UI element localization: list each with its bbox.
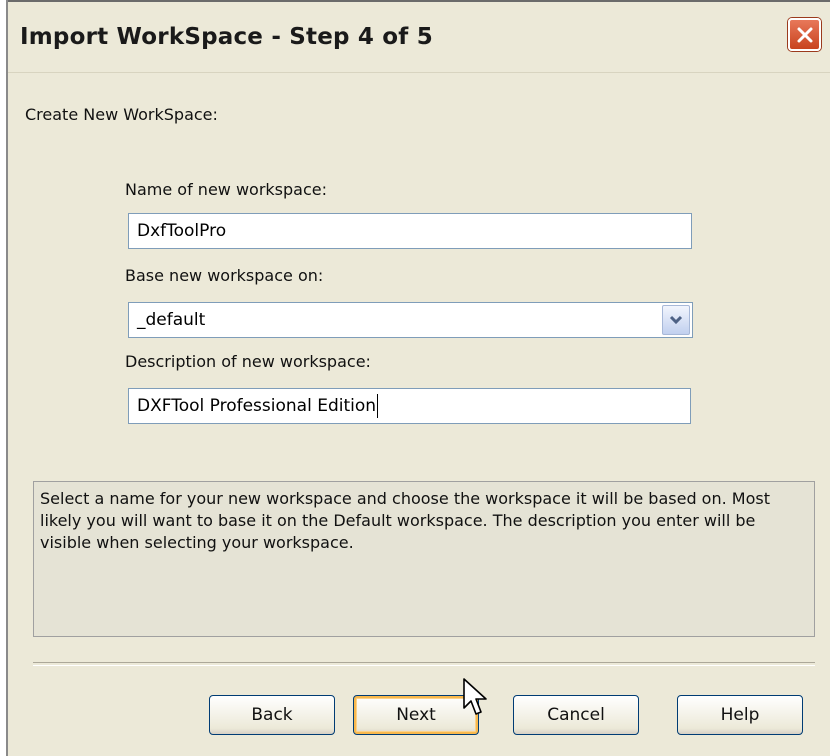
cancel-button-label: Cancel [547, 705, 605, 725]
chevron-down-icon [669, 315, 683, 325]
workspace-name-value: DxfToolPro [137, 221, 227, 241]
background-window-edge [0, 0, 8, 756]
description-input[interactable]: DXFTool Professional Edition [128, 388, 691, 424]
dropdown-button[interactable] [662, 305, 690, 335]
next-button-label: Next [396, 705, 436, 725]
description-value: DXFTool Professional Edition [137, 396, 377, 416]
mouse-pointer-icon [463, 678, 487, 715]
close-icon [797, 27, 812, 42]
name-label: Name of new workspace: [125, 180, 327, 199]
back-button[interactable]: Back [209, 695, 335, 735]
cancel-button[interactable]: Cancel [513, 695, 639, 735]
back-button-label: Back [251, 705, 293, 725]
workspace-name-input[interactable]: DxfToolPro [128, 213, 692, 249]
help-text: Select a name for your new workspace and… [40, 489, 770, 552]
import-workspace-dialog: Import WorkSpace - Step 4 of 5 Create Ne… [8, 2, 830, 756]
button-separator [33, 662, 815, 666]
base-label: Base new workspace on: [125, 266, 324, 285]
help-description-panel: Select a name for your new workspace and… [33, 481, 815, 637]
base-workspace-select[interactable]: _default [128, 302, 693, 338]
section-heading: Create New WorkSpace: [25, 105, 218, 124]
base-workspace-value: _default [137, 310, 206, 330]
title-bar[interactable]: Import WorkSpace - Step 4 of 5 [8, 2, 830, 73]
close-button[interactable] [788, 18, 821, 51]
dialog-title: Import WorkSpace - Step 4 of 5 [20, 24, 433, 50]
help-button-label: Help [720, 705, 760, 725]
description-label: Description of new workspace: [125, 352, 371, 371]
help-button[interactable]: Help [677, 695, 803, 735]
next-button[interactable]: Next [353, 695, 479, 735]
text-caret [377, 394, 379, 418]
